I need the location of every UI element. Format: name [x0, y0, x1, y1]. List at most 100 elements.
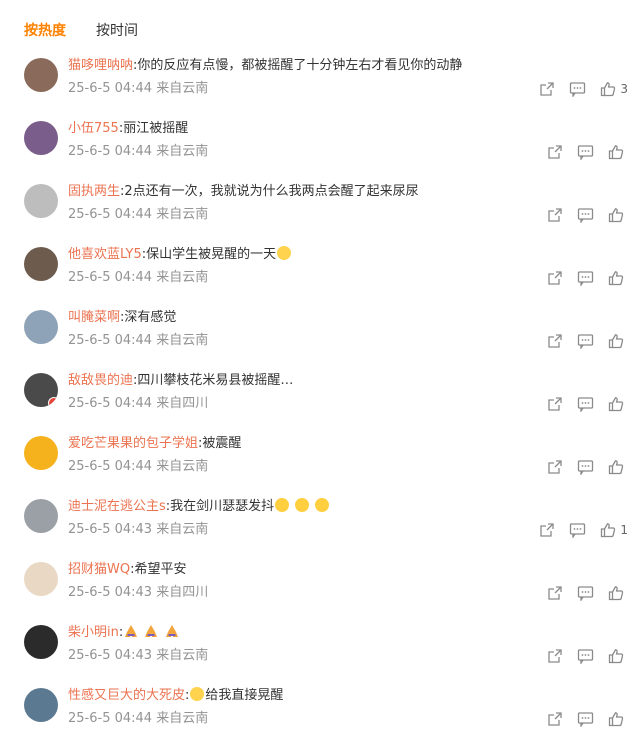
- avatar[interactable]: [24, 373, 58, 407]
- share-button[interactable]: [547, 207, 563, 223]
- comment-actions: [533, 709, 628, 729]
- share-icon: [547, 585, 563, 601]
- comment-meta: 25-6-5 04:44 来自云南: [68, 143, 208, 161]
- reply-button[interactable]: [577, 396, 594, 412]
- like-button[interactable]: [608, 648, 628, 664]
- avatar[interactable]: [24, 310, 58, 344]
- commenter-name[interactable]: 柴小明in: [68, 625, 119, 640]
- comment-item: 猫哆哩呐呐:你的反应有点慢，都被摇醒了十分钟左右才看见你的动静 25-6-5 04…: [0, 50, 644, 113]
- share-icon: [547, 459, 563, 475]
- share-button[interactable]: [539, 522, 555, 538]
- reply-button[interactable]: [577, 459, 594, 475]
- share-button[interactable]: [547, 270, 563, 286]
- comment-icon: [569, 522, 586, 538]
- commenter-name[interactable]: 小伍755: [68, 121, 119, 136]
- share-button[interactable]: [547, 144, 563, 160]
- share-button[interactable]: [547, 711, 563, 727]
- like-button[interactable]: [608, 270, 628, 286]
- reply-button[interactable]: [577, 144, 594, 160]
- like-button[interactable]: [608, 711, 628, 727]
- like-button[interactable]: 1: [600, 522, 628, 538]
- tab-sort-by-heat[interactable]: 按热度: [24, 21, 66, 41]
- comment-text: 给我直接晃醒: [205, 688, 284, 703]
- tears-emoji-icon: [295, 498, 310, 512]
- like-button[interactable]: 3: [600, 81, 628, 97]
- comment-text-prefix: :: [185, 688, 190, 703]
- like-button[interactable]: [608, 459, 628, 475]
- avatar[interactable]: [24, 499, 58, 533]
- comment-meta: 25-6-5 04:44 来自云南: [68, 458, 208, 476]
- comment-actions: 1: [525, 520, 628, 540]
- comment-location: 来自云南: [156, 144, 209, 159]
- avatar[interactable]: [24, 688, 58, 722]
- comment-line: 叫腌菜啊:深有感觉: [68, 309, 176, 327]
- share-button[interactable]: [547, 333, 563, 349]
- commenter-name[interactable]: 性感又巨大的大死皮: [68, 688, 185, 703]
- thumbs-up-icon: [600, 81, 616, 97]
- commenter-name[interactable]: 爱吃芒果果的包子学姐: [68, 436, 198, 451]
- share-button[interactable]: [547, 459, 563, 475]
- reply-button[interactable]: [577, 711, 594, 727]
- reply-button[interactable]: [577, 333, 594, 349]
- cry-laugh-emoji-icon: [190, 687, 205, 701]
- tab-sort-by-time[interactable]: 按时间: [96, 21, 138, 41]
- reply-button[interactable]: [577, 585, 594, 601]
- comment-text: :2点还有一次，我就说为什么我两点会醒了起来尿尿: [120, 184, 419, 199]
- avatar[interactable]: [24, 562, 58, 596]
- avatar[interactable]: [24, 121, 58, 155]
- commenter-name[interactable]: 敌敌畏的迪: [68, 373, 133, 388]
- share-icon: [547, 648, 563, 664]
- avatar[interactable]: [24, 247, 58, 281]
- share-icon: [547, 396, 563, 412]
- comment-meta: 25-6-5 04:44 来自云南: [68, 710, 208, 728]
- comment-line: 爱吃芒果果的包子学姐:被震醒: [68, 435, 241, 453]
- pray-emoji-icon: [125, 625, 138, 637]
- comment-item: 性感又巨大的大死皮: 给我直接晃醒 25-6-5 04:44 来自云南: [0, 680, 644, 743]
- like-button[interactable]: [608, 333, 628, 349]
- reply-button[interactable]: [577, 648, 594, 664]
- share-button[interactable]: [547, 648, 563, 664]
- comment-location: 来自云南: [156, 459, 209, 474]
- comment-line: 性感又巨大的大死皮: 给我直接晃醒: [68, 687, 283, 705]
- commenter-name[interactable]: 猫哆哩呐呐: [68, 58, 133, 73]
- avatar[interactable]: [24, 58, 58, 92]
- comment-icon: [577, 459, 594, 475]
- reply-button[interactable]: [577, 270, 594, 286]
- thumbs-up-icon: [608, 585, 624, 601]
- like-button[interactable]: [608, 207, 628, 223]
- comment-line: 小伍755:丽江被摇醒: [68, 120, 188, 138]
- avatar[interactable]: [24, 625, 58, 659]
- share-button[interactable]: [547, 396, 563, 412]
- share-button[interactable]: [539, 81, 555, 97]
- commenter-name[interactable]: 迪士泥在逃公主s: [68, 499, 166, 514]
- reply-button[interactable]: [569, 81, 586, 97]
- comment-text: :深有感觉: [120, 310, 177, 325]
- thumbs-up-icon: [600, 522, 616, 538]
- commenter-name[interactable]: 固执两生: [68, 184, 120, 199]
- share-button[interactable]: [547, 585, 563, 601]
- commenter-name[interactable]: 招财猫WQ: [68, 562, 130, 577]
- like-button[interactable]: [608, 585, 628, 601]
- commenter-name[interactable]: 他喜欢蓝LY5: [68, 247, 142, 262]
- commenter-name[interactable]: 叫腌菜啊: [68, 310, 120, 325]
- like-button[interactable]: [608, 144, 628, 160]
- comment-meta: 25-6-5 04:44 来自云南: [68, 206, 208, 224]
- thumbs-up-icon: [608, 711, 624, 727]
- comment-item: 迪士泥在逃公主s:我在剑川瑟瑟发抖 25-6-5 04:43 来自云南 1: [0, 491, 644, 554]
- avatar[interactable]: [24, 436, 58, 470]
- comment-icon: [577, 270, 594, 286]
- reply-button[interactable]: [569, 522, 586, 538]
- avatar[interactable]: [24, 184, 58, 218]
- comment-meta: 25-6-5 04:43 来自云南: [68, 521, 208, 539]
- thumbs-up-icon: [608, 648, 624, 664]
- comment-time: 25-6-5 04:43: [68, 648, 153, 663]
- comment-line: 猫哆哩呐呐:你的反应有点慢，都被摇醒了十分钟左右才看见你的动静: [68, 57, 462, 75]
- comment-item: 柴小明in: 25-6-5 04:43 来自云南: [0, 617, 644, 680]
- comment-item: 敌敌畏的迪:四川攀枝花米易县被摇醒… 25-6-5 04:44 来自四川: [0, 365, 644, 428]
- like-button[interactable]: [608, 396, 628, 412]
- comment-time: 25-6-5 04:44: [68, 270, 153, 285]
- comment-line: 固执两生:2点还有一次，我就说为什么我两点会醒了起来尿尿: [68, 183, 419, 201]
- comment-text: :我在剑川瑟瑟发抖: [165, 499, 275, 514]
- share-icon: [547, 711, 563, 727]
- reply-button[interactable]: [577, 207, 594, 223]
